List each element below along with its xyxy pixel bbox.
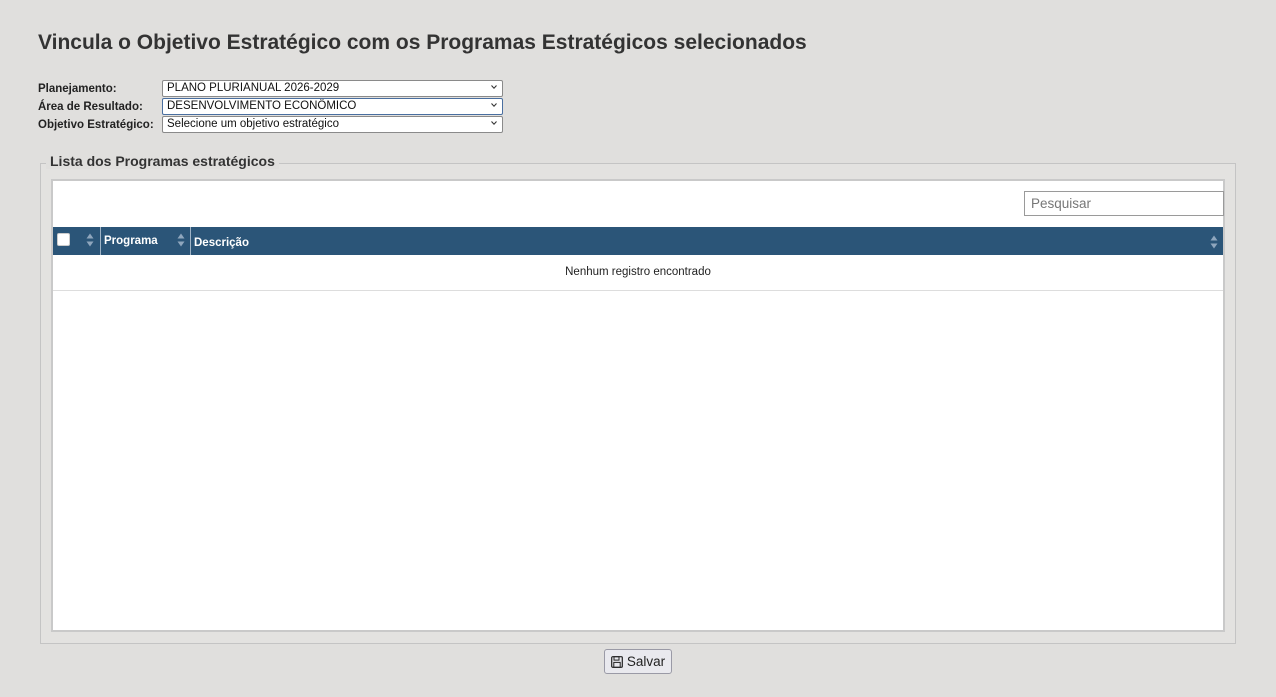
select-all-checkbox[interactable]: [57, 233, 70, 246]
page-title: Vincula o Objetivo Estratégico com os Pr…: [38, 31, 807, 54]
objetivo-value: Selecione um objetivo estratégico: [167, 118, 339, 130]
column-programa[interactable]: Programa: [101, 227, 191, 255]
floppy-disk-icon: [610, 655, 623, 668]
chevron-down-icon: [491, 121, 497, 126]
area-resultado-select[interactable]: DESENVOLVIMENTO ECONÔMICO: [162, 98, 503, 115]
save-button-label: Salvar: [626, 654, 666, 669]
chevron-down-icon: [491, 85, 497, 90]
chevron-down-icon: [491, 103, 497, 108]
sort-icon[interactable]: [86, 233, 94, 247]
column-select-all[interactable]: [53, 227, 101, 255]
sort-icon[interactable]: [177, 233, 185, 247]
planejamento-select[interactable]: PLANO PLURIANUAL 2026-2029: [162, 80, 503, 97]
programs-legend: Lista dos Programas estratégicos: [46, 153, 279, 169]
planejamento-value: PLANO PLURIANUAL 2026-2029: [167, 82, 340, 94]
objetivo-label: Objetivo Estratégico:: [38, 118, 154, 131]
column-descricao-label: Descrição: [194, 237, 249, 249]
empty-table-message: Nenhum registro encontrado: [53, 255, 1223, 291]
area-resultado-label: Área de Resultado:: [38, 100, 143, 113]
search-input[interactable]: [1024, 191, 1224, 216]
area-resultado-row: Área de Resultado: DESENVOLVIMENTO ECONÔ…: [38, 98, 503, 115]
planejamento-label: Planejamento:: [38, 82, 117, 95]
objetivo-row: Objetivo Estratégico: Selecione um objet…: [38, 116, 503, 133]
area-resultado-value: DESENVOLVIMENTO ECONÔMICO: [167, 100, 357, 112]
column-descricao[interactable]: Descrição: [191, 227, 1223, 255]
page: Vincula o Objetivo Estratégico com os Pr…: [0, 0, 1276, 697]
column-programa-label: Programa: [104, 235, 158, 247]
save-button[interactable]: Salvar: [604, 649, 672, 674]
objetivo-select[interactable]: Selecione um objetivo estratégico: [162, 116, 503, 133]
table-header: Programa Descrição: [53, 227, 1223, 255]
planejamento-row: Planejamento: PLANO PLURIANUAL 2026-2029: [38, 80, 503, 97]
sort-icon[interactable]: [1210, 235, 1218, 249]
